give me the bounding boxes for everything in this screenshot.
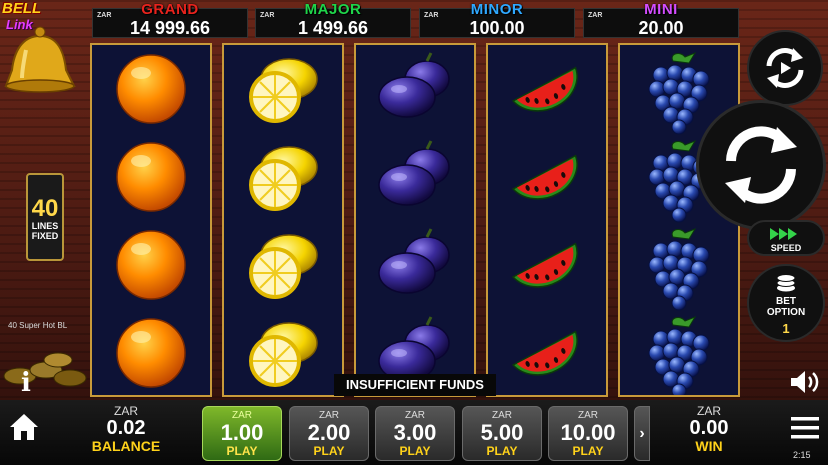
- bet-button-3[interactable]: ZAR 3.00 PLAY: [375, 406, 455, 461]
- bet-option-label-2: OPTION: [766, 307, 806, 318]
- reel-2: [222, 43, 344, 397]
- fast-forward-icon: [770, 228, 797, 240]
- bet-option-button[interactable]: BET OPTION 1: [747, 264, 825, 342]
- spin-button[interactable]: [696, 100, 826, 230]
- more-bets-button[interactable]: ›: [634, 406, 650, 461]
- lines-label: LINES: [31, 221, 59, 231]
- bet-button-1[interactable]: ZAR 1.00 PLAY: [202, 406, 282, 461]
- lemon-icon: [249, 321, 319, 387]
- plum-icon: [377, 51, 451, 119]
- lemon-icon: [249, 145, 319, 211]
- bet-option-label: BET: [776, 296, 796, 307]
- speed-label: SPEED: [770, 243, 802, 253]
- bet-value: 5.00: [480, 420, 524, 445]
- bet-value: 1.00: [220, 420, 264, 445]
- jackpot-grand: ZAR GRAND 14 999.66: [92, 1, 248, 38]
- autoplay-icon: [766, 48, 804, 88]
- coin-stack-icon: [776, 274, 796, 292]
- bet-value: 2.00: [307, 420, 351, 445]
- bet-button-4[interactable]: ZAR 5.00 PLAY: [462, 406, 542, 461]
- coins-icon: [3, 352, 87, 387]
- grapes-icon: [648, 316, 710, 395]
- jackpot-amount: 14 999.66: [129, 18, 211, 38]
- balance-display: ZAR 0.02 BALANCE: [90, 405, 162, 453]
- lines-indicator: 40 LINES FIXED: [26, 173, 64, 261]
- lines-count: 40: [31, 195, 59, 222]
- sound-icon[interactable]: [787, 368, 823, 396]
- jackpot-name: GRAND: [141, 1, 199, 18]
- bet-value: 3.00: [393, 420, 437, 445]
- jackpot-name: MAJOR: [304, 1, 362, 18]
- bet-value: 10.00: [560, 420, 616, 445]
- balance-currency: ZAR: [114, 404, 138, 418]
- bet-play-label: PLAY: [572, 444, 604, 458]
- info-button[interactable]: i: [16, 368, 36, 398]
- spin-icon: [725, 126, 797, 204]
- plum-icon: [377, 227, 451, 295]
- jackpot-amount: 1 499.66: [297, 18, 369, 38]
- status-message: INSUFFICIENT FUNDS: [334, 374, 496, 396]
- autoplay-button[interactable]: [747, 30, 823, 106]
- logo-title: BELL: [2, 0, 42, 17]
- lemon-icon: [249, 233, 319, 299]
- orange-icon: [116, 142, 186, 212]
- jackpot-minor: ZAR MINOR 100.00: [419, 1, 575, 38]
- win-label: WIN: [695, 438, 723, 454]
- orange-icon: [116, 54, 186, 124]
- orange-icon: [116, 318, 186, 388]
- watermelon-icon: [508, 66, 587, 121]
- jackpot-amount: 100.00: [469, 18, 525, 38]
- orange-icon: [116, 230, 186, 300]
- bet-play-label: PLAY: [486, 444, 518, 458]
- jackpot-amount: 20.00: [638, 18, 684, 38]
- balance-label: BALANCE: [91, 438, 161, 454]
- speed-button[interactable]: SPEED: [747, 220, 825, 256]
- bet-button-2[interactable]: ZAR 2.00 PLAY: [289, 406, 369, 461]
- watermelon-icon: [508, 242, 587, 297]
- plum-icon: [377, 315, 451, 383]
- jackpot-mini: ZAR MINI 20.00: [583, 1, 739, 38]
- lemon-icon: [249, 57, 319, 123]
- win-currency: ZAR: [697, 404, 721, 418]
- game-name: 40 Super Hot BL: [8, 321, 68, 330]
- fixed-label: FIXED: [31, 231, 59, 241]
- bet-play-label: PLAY: [313, 444, 345, 458]
- bet-option-value: 1: [782, 321, 790, 336]
- balance-value: 0.02: [106, 417, 146, 439]
- reel-3: [354, 43, 476, 397]
- logo-subtitle: Link: [6, 17, 33, 32]
- jackpot-major: ZAR MAJOR 1 499.66: [255, 1, 411, 38]
- bet-play-label: PLAY: [226, 444, 258, 458]
- home-icon[interactable]: [8, 412, 40, 442]
- jackpot-name: MINOR: [470, 1, 524, 18]
- reel-4: [486, 43, 608, 397]
- clock: 2:15: [793, 450, 811, 460]
- bet-button-5[interactable]: ZAR 10.00 PLAY: [548, 406, 628, 461]
- menu-icon[interactable]: [789, 414, 821, 442]
- bet-play-label: PLAY: [399, 444, 431, 458]
- watermelon-icon: [508, 154, 587, 209]
- plum-icon: [377, 139, 451, 207]
- jackpot-name: MINI: [644, 1, 678, 18]
- watermelon-icon: [508, 330, 587, 385]
- win-value: 0.00: [689, 417, 729, 439]
- grapes-icon: [648, 228, 710, 311]
- game-logo: BELL Link: [0, 0, 86, 100]
- reel-1: [90, 43, 212, 397]
- win-display: ZAR 0.00 WIN: [672, 405, 746, 453]
